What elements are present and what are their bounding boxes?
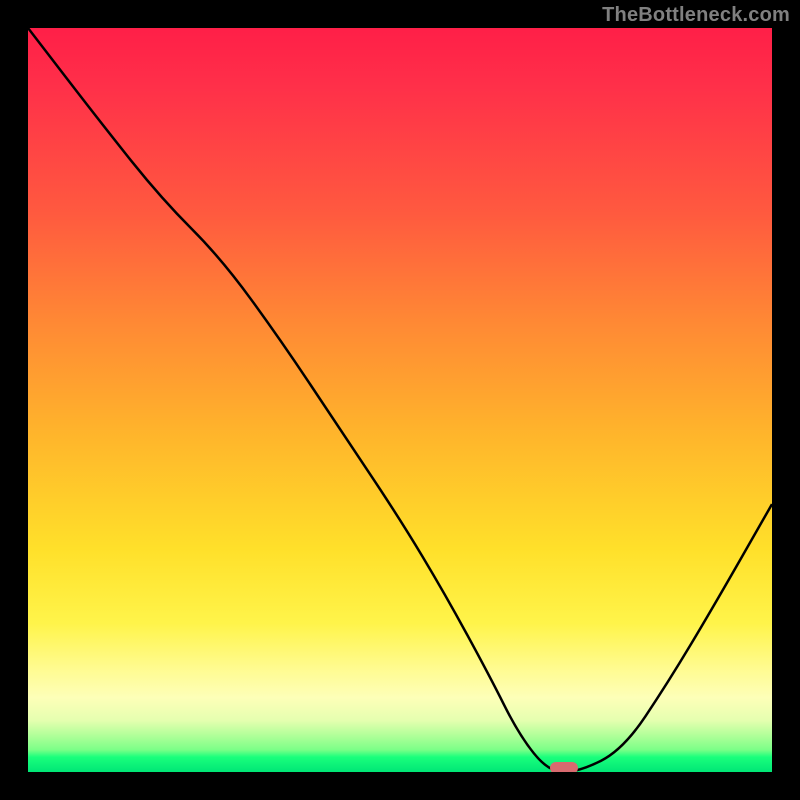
plot-area: [28, 28, 772, 772]
selected-point-marker: [550, 762, 578, 772]
chart-frame: TheBottleneck.com: [0, 0, 800, 800]
bottleneck-curve: [28, 28, 772, 772]
attribution-label: TheBottleneck.com: [602, 4, 790, 27]
